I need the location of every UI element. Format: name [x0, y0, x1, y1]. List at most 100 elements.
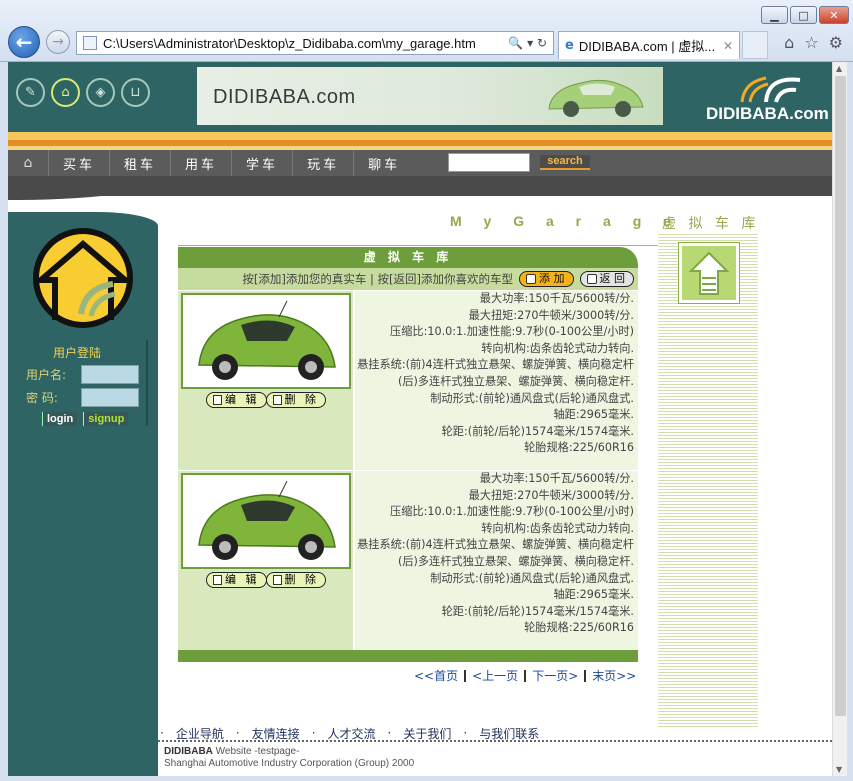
edit-button-label: 编 辑	[225, 393, 260, 406]
search-button[interactable]: search	[540, 155, 590, 170]
page: ✎ ⌂ ◈ ⊔ DIDIBABA.com DIDIBABA.com ⌂ 买车 租…	[8, 62, 832, 776]
panel-toolbar: 按[添加]添加您的真实车 | 按[返回]添加你喜欢的车型 添 加 返 回	[178, 268, 638, 290]
spec-line: 轮胎规格:225/60R16	[524, 441, 634, 455]
search-input[interactable]	[448, 153, 530, 172]
edit-icon	[213, 575, 222, 585]
logo-arcs-icon	[740, 76, 801, 103]
upload-box[interactable]	[678, 242, 740, 304]
footer-brand: DIDIBABA	[164, 746, 213, 757]
list-item: 编 辑 删 除 最大功率:150千瓦/5600转/分. 最大扭矩:270牛顿米/…	[178, 470, 638, 650]
tab-close-icon[interactable]: ✕	[723, 39, 733, 53]
edit-button[interactable]: 编 辑	[206, 572, 267, 588]
spec-line: 最大扭矩:270牛顿米/3000转/分.	[468, 308, 634, 322]
password-input[interactable]	[81, 388, 139, 407]
panel-footer	[178, 650, 638, 662]
edit-icon	[213, 395, 222, 405]
footer-link-contact[interactable]: 与我们联系	[469, 725, 549, 742]
nav-item-learn[interactable]: 学车	[231, 150, 292, 176]
delete-button[interactable]: 删 除	[265, 392, 326, 408]
banner[interactable]: DIDIBABA.com	[197, 67, 663, 125]
address-url[interactable]: C:\Users\Administrator\Desktop\z_Didibab…	[103, 36, 508, 51]
window-controls: ▁ □ ✕	[761, 6, 849, 24]
site-logo[interactable]: DIDIBABA.com	[706, 70, 830, 126]
settings-gear-icon[interactable]: ⚙	[829, 33, 843, 52]
minimize-icon[interactable]: ▁	[761, 6, 788, 24]
delete-button-label: 删 除	[284, 573, 319, 586]
delete-button-label: 删 除	[284, 393, 319, 406]
nav-item-chat[interactable]: 聊车	[353, 150, 414, 176]
signup-button[interactable]: signup	[83, 412, 129, 426]
scroll-up-icon[interactable]: ▲	[836, 64, 842, 73]
favorites-icon[interactable]: ☆	[804, 33, 818, 52]
maximize-icon[interactable]: □	[790, 6, 817, 24]
spec-line: 轮距:(前轮/后轮)1574毫米/1574毫米.	[441, 424, 634, 438]
spec-line: 轮距:(前轮/后轮)1574毫米/1574毫米.	[441, 604, 634, 618]
close-icon[interactable]: ✕	[819, 6, 849, 24]
login-box: 用户登陆 用户名: 密 码: login signup	[8, 340, 148, 426]
tools-icon[interactable]: ✎	[16, 78, 45, 107]
scroll-down-icon[interactable]: ▼	[836, 765, 842, 774]
nav-item-rent[interactable]: 租车	[109, 150, 170, 176]
up-arrow-icon	[688, 251, 730, 295]
footer-link-friends[interactable]: 友情连接	[242, 725, 310, 742]
trash-icon	[272, 395, 282, 405]
username-input[interactable]	[81, 365, 139, 384]
footer-line2: Shanghai Automotive Industry Corporation…	[164, 758, 415, 769]
new-tab-button[interactable]	[742, 31, 768, 59]
instructions-text: 按[添加]添加您的真实车 | 按[返回]添加你喜欢的车型	[242, 272, 513, 286]
footer-link-jobs[interactable]: 人才交流	[318, 725, 386, 742]
pager-last[interactable]: 末页>>	[584, 670, 642, 682]
back-button[interactable]: ←	[8, 26, 40, 58]
browser-chrome: ▁ □ ✕ ← → C:\Users\Administrator\Desktop…	[0, 0, 853, 62]
footer-line1: Website -testpage-	[215, 746, 300, 757]
delete-button[interactable]: 删 除	[265, 572, 326, 588]
spec-line: 悬挂系统:(前)4连杆式独立悬架、螺旋弹簧、横向稳定杆(后)多连杆式独立悬架、螺…	[357, 358, 634, 388]
nav-item-play[interactable]: 玩车	[292, 150, 353, 176]
forward-button[interactable]: →	[46, 30, 70, 54]
banner-text: DIDIBABA.com	[213, 86, 356, 108]
scrollbar-thumb[interactable]	[835, 76, 846, 716]
trash-icon	[272, 575, 282, 585]
add-icon	[526, 274, 536, 284]
login-button[interactable]: login	[42, 412, 78, 426]
home-icon[interactable]: ⌂	[784, 33, 794, 52]
cube-icon[interactable]: ◈	[86, 78, 115, 107]
spec-line: 制动形式:(前轮)通风盘式(后轮)通风盘式.	[430, 571, 634, 585]
back-button-garage[interactable]: 返 回	[579, 271, 634, 287]
nav-home-icon[interactable]: ⌂	[8, 155, 48, 171]
address-bar[interactable]: C:\Users\Administrator\Desktop\z_Didibab…	[76, 31, 554, 55]
browser-tab[interactable]: e DIDIBABA.com | 虚拟... ✕	[558, 31, 740, 59]
pager-prev[interactable]: <上一页	[464, 670, 524, 682]
pager: <<首页 <上一页 下一页> 末页>>	[408, 670, 642, 682]
nav-item-buy[interactable]: 买车	[48, 150, 109, 176]
pager-next[interactable]: 下一页>	[524, 670, 584, 682]
my-garage-heading: M y G a r a g e	[450, 213, 680, 229]
spec-line: 最大功率:150千瓦/5600转/分.	[479, 292, 634, 305]
main-nav: ⌂ 买车 租车 用车 学车 玩车 聊车 search	[8, 150, 832, 176]
spec-line: 转向机构:齿条齿轮式动力转向.	[481, 521, 634, 535]
edit-button-label: 编 辑	[225, 573, 260, 586]
address-controls[interactable]: 🔍 ▾ ↻	[508, 36, 547, 50]
add-button[interactable]: 添 加	[519, 271, 574, 287]
add-button-label: 添 加	[539, 272, 565, 285]
return-icon	[586, 274, 597, 284]
spec-line: 轴距:2965毫米.	[553, 588, 634, 602]
pager-first[interactable]: <<首页	[408, 670, 464, 682]
boot-icon[interactable]: ⊔	[121, 78, 150, 107]
scrollbar[interactable]: ▲ ▼	[832, 62, 847, 776]
car-image[interactable]	[181, 293, 351, 389]
car-image[interactable]	[181, 473, 351, 569]
spec-line: 压缩比:10.0:1.加速性能:9.7秒(0-100公里/小时)	[390, 325, 634, 339]
nav-item-use[interactable]: 用车	[170, 150, 231, 176]
footer-link-about[interactable]: 关于我们	[393, 725, 461, 742]
footer-link-nav[interactable]: 企业导航	[166, 725, 234, 742]
footer-links: · 企业导航 · 友情连接 · 人才交流 · 关于我们 · 与我们联系	[158, 726, 832, 742]
home-nav-icon[interactable]: ⌂	[51, 78, 80, 107]
garage-panel: 虚 拟 车 库 按[添加]添加您的真实车 | 按[返回]添加你喜欢的车型 添 加…	[178, 247, 638, 669]
spec-line: 轮胎规格:225/60R16	[524, 621, 634, 635]
copyright: DIDIBABA Website -testpage- Shanghai Aut…	[164, 746, 414, 770]
sidebar: 用户登陆 用户名: 密 码: login signup	[8, 212, 158, 776]
header-icons: ✎ ⌂ ◈ ⊔	[16, 78, 150, 107]
edit-button[interactable]: 编 辑	[206, 392, 267, 408]
ie-icon: e	[565, 38, 574, 53]
